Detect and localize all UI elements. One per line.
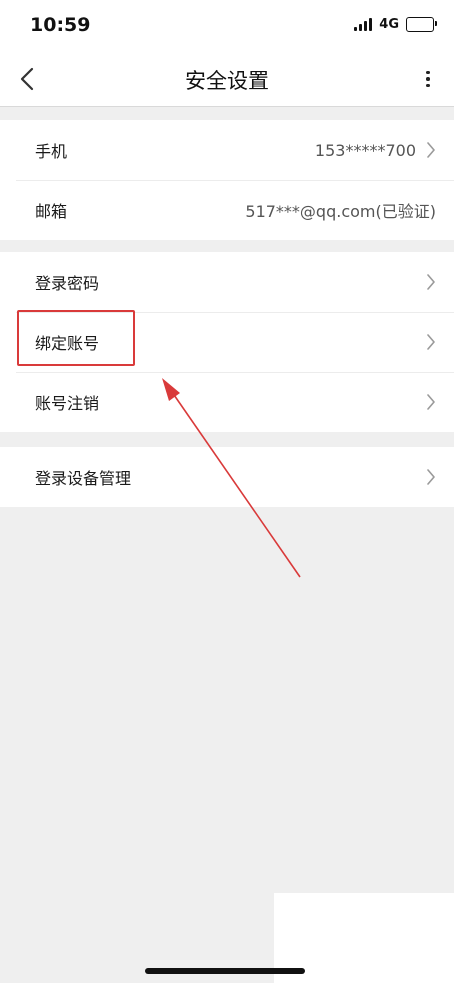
status-indicators: 4G [354, 17, 437, 32]
home-indicator [145, 968, 305, 974]
settings-row-email[interactable]: 邮箱 517***@qq.com(已验证) [0, 180, 454, 240]
row-value: 153*****700 [314, 140, 416, 160]
more-options-button[interactable] [416, 64, 440, 94]
more-dot-icon [426, 70, 430, 75]
settings-row-phone[interactable]: 手机 153*****700 [0, 120, 454, 180]
page-title: 安全设置 [185, 69, 269, 93]
chevron-right-icon [427, 334, 435, 350]
more-dot-icon [426, 77, 430, 81]
settings-row-bind-account[interactable]: 绑定账号 [0, 312, 454, 372]
battery-icon [406, 17, 437, 32]
account-security-group: 登录密码 绑定账号 账号注销 [0, 252, 454, 432]
more-dot-icon [426, 83, 430, 88]
row-value: 517***@qq.com(已验证) [245, 202, 436, 221]
row-label: 邮箱 [35, 202, 68, 221]
row-label: 登录设备管理 [35, 469, 132, 488]
chevron-right-icon [427, 142, 435, 158]
settings-row-login-password[interactable]: 登录密码 [0, 252, 454, 312]
settings-row-cancel-account[interactable]: 账号注销 [0, 372, 454, 432]
chevron-right-icon [427, 469, 435, 485]
account-contact-group: 手机 153*****700 邮箱 517***@qq.com(已验证) [0, 120, 454, 240]
row-label: 手机 [35, 142, 68, 161]
settings-row-device-management[interactable]: 登录设备管理 [0, 447, 454, 507]
network-label: 4G [379, 17, 399, 32]
nav-bar: 安全设置 [0, 52, 454, 107]
row-label: 绑定账号 [35, 334, 100, 353]
status-time: 10:59 [30, 14, 91, 36]
chevron-right-icon [427, 394, 435, 410]
device-group: 登录设备管理 [0, 447, 454, 507]
status-bar: 10:59 4G [0, 0, 454, 52]
signal-icon [354, 18, 373, 31]
row-label: 登录密码 [35, 274, 100, 293]
row-label: 账号注销 [35, 394, 100, 413]
chevron-right-icon [427, 274, 435, 290]
